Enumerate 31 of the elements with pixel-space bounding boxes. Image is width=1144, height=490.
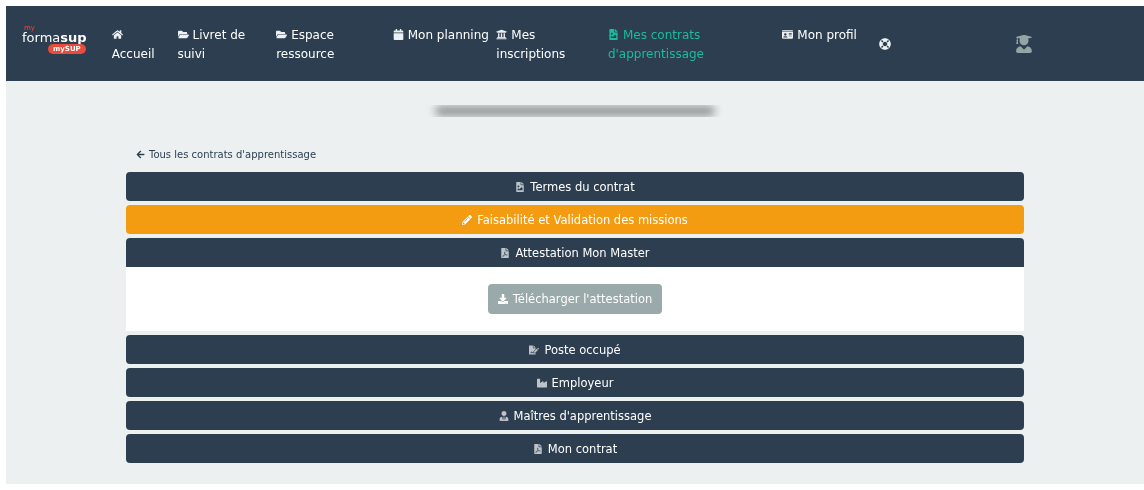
back-arrow-icon [136,150,145,159]
factory-icon [536,377,547,388]
folder-icon [177,29,189,40]
signed-file-icon [529,344,540,355]
section-header[interactable]: Maîtres d'apprentissage [126,401,1024,430]
section-header[interactable]: Poste occupé [126,335,1024,364]
file-icon [607,29,619,40]
section-header[interactable]: Employeur [126,368,1024,397]
nav-link[interactable]: Mon planning [392,6,497,45]
file-icon [515,181,526,192]
download-icon [497,294,508,304]
nav-link[interactable]: Accueil [111,6,178,64]
home-icon [111,29,123,40]
section-header[interactable]: Attestation Mon Master [126,238,1024,267]
section-header[interactable]: Termes du contrat [126,172,1024,201]
id-card-icon [782,29,794,40]
pencil-icon [462,214,473,225]
pdf-file-icon [532,443,543,454]
person-icon [498,410,509,421]
nav-link[interactable]: Mon profil [782,6,865,45]
folder-icon [276,29,288,40]
calendar-icon [392,29,404,40]
logo-text: formasup [22,30,87,45]
nav-link[interactable]: Mes inscriptions [496,6,608,64]
nav-link[interactable]: Espace ressource [276,6,393,64]
nav-link[interactable]: Livret de suivi [177,6,277,64]
back-link[interactable]: Tous les contrats d'apprentissage [136,149,1024,160]
bank-icon [496,29,508,40]
nav-link[interactable]: Mes contrats d'apprentissage [607,6,783,64]
section-header[interactable]: Mon contrat [126,434,1024,463]
pdf-file-icon [500,247,511,258]
